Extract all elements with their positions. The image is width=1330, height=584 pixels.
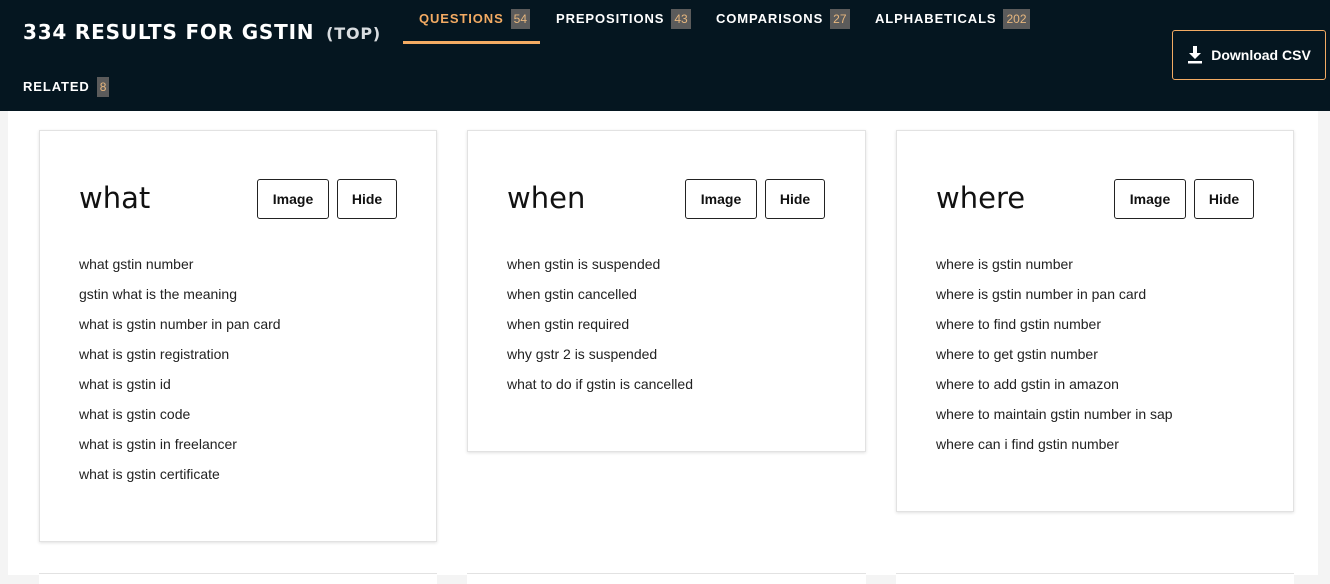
list-item[interactable]: gstin what is the meaning xyxy=(79,285,281,315)
tab-prepositions[interactable]: PREPOSITIONS 43 xyxy=(556,0,691,44)
question-card-what: what Image Hide what gstin number gstin … xyxy=(39,130,437,542)
tab-related[interactable]: RELATED 8 xyxy=(23,68,110,112)
hide-button[interactable]: Hide xyxy=(337,179,397,219)
list-item[interactable]: where is gstin number in pan card xyxy=(936,285,1173,315)
hide-button[interactable]: Hide xyxy=(765,179,825,219)
question-card-when: when Image Hide when gstin is suspended … xyxy=(467,130,866,452)
list-item[interactable]: what is gstin registration xyxy=(79,345,281,375)
tab-count-badge: 8 xyxy=(96,77,110,97)
tab-label: COMPARISONS xyxy=(716,11,824,26)
results-keyword: GSTIN xyxy=(241,20,315,44)
results-title: 334 RESULTS FOR GSTIN (TOP) xyxy=(23,20,381,44)
list-item[interactable]: when gstin is suspended xyxy=(507,255,693,285)
results-content: what Image Hide what gstin number gstin … xyxy=(8,111,1318,575)
tab-alphabeticals[interactable]: ALPHABETICALS 202 xyxy=(875,0,1030,44)
tab-label: RELATED xyxy=(23,79,90,94)
list-item[interactable]: what is gstin code xyxy=(79,405,281,435)
list-item[interactable]: what is gstin certificate xyxy=(79,465,281,495)
results-count: 334 xyxy=(23,20,68,44)
list-item[interactable]: what is gstin number in pan card xyxy=(79,315,281,345)
results-qualifier: (TOP) xyxy=(326,24,381,43)
results-label: RESULTS FOR xyxy=(74,20,234,44)
download-csv-button[interactable]: Download CSV xyxy=(1172,30,1326,80)
tab-count-badge: 43 xyxy=(671,9,691,29)
list-item[interactable]: where to get gstin number xyxy=(936,345,1173,375)
question-card-where: where Image Hide where is gstin number w… xyxy=(896,130,1294,512)
card-title: where xyxy=(936,181,1026,215)
card-title: when xyxy=(507,181,586,215)
list-item[interactable]: where to find gstin number xyxy=(936,315,1173,345)
list-item[interactable]: what gstin number xyxy=(79,255,281,285)
download-csv-label: Download CSV xyxy=(1211,47,1311,63)
list-item[interactable]: when gstin cancelled xyxy=(507,285,693,315)
list-item[interactable]: where is gstin number xyxy=(936,255,1173,285)
image-button[interactable]: Image xyxy=(685,179,757,219)
tab-count-badge: 202 xyxy=(1003,9,1030,29)
list-item[interactable]: what to do if gstin is cancelled xyxy=(507,375,693,405)
results-header: 334 RESULTS FOR GSTIN (TOP) QUESTIONS 54… xyxy=(0,0,1330,111)
download-icon xyxy=(1188,46,1203,64)
card-title: what xyxy=(79,181,151,215)
list-item[interactable]: where can i find gstin number xyxy=(936,435,1173,465)
tab-label: PREPOSITIONS xyxy=(556,11,665,26)
question-list: where is gstin number where is gstin num… xyxy=(936,255,1173,465)
image-button[interactable]: Image xyxy=(1114,179,1186,219)
tab-comparisons[interactable]: COMPARISONS 27 xyxy=(716,0,850,44)
tab-label: ALPHABETICALS xyxy=(875,11,997,26)
tab-count-badge: 27 xyxy=(830,9,850,29)
image-button[interactable]: Image xyxy=(257,179,329,219)
tab-count-badge: 54 xyxy=(510,9,531,29)
list-item[interactable]: where to add gstin in amazon xyxy=(936,375,1173,405)
hide-button[interactable]: Hide xyxy=(1194,179,1254,219)
list-item[interactable]: why gstr 2 is suspended xyxy=(507,345,693,375)
list-item[interactable]: where to maintain gstin number in sap xyxy=(936,405,1173,435)
question-list: what gstin number gstin what is the mean… xyxy=(79,255,281,495)
list-item[interactable]: what is gstin in freelancer xyxy=(79,435,281,465)
list-item[interactable]: what is gstin id xyxy=(79,375,281,405)
tab-label: QUESTIONS xyxy=(419,11,504,26)
tab-questions[interactable]: QUESTIONS 54 xyxy=(403,0,540,44)
list-item[interactable]: when gstin required xyxy=(507,315,693,345)
question-list: when gstin is suspended when gstin cance… xyxy=(507,255,693,405)
